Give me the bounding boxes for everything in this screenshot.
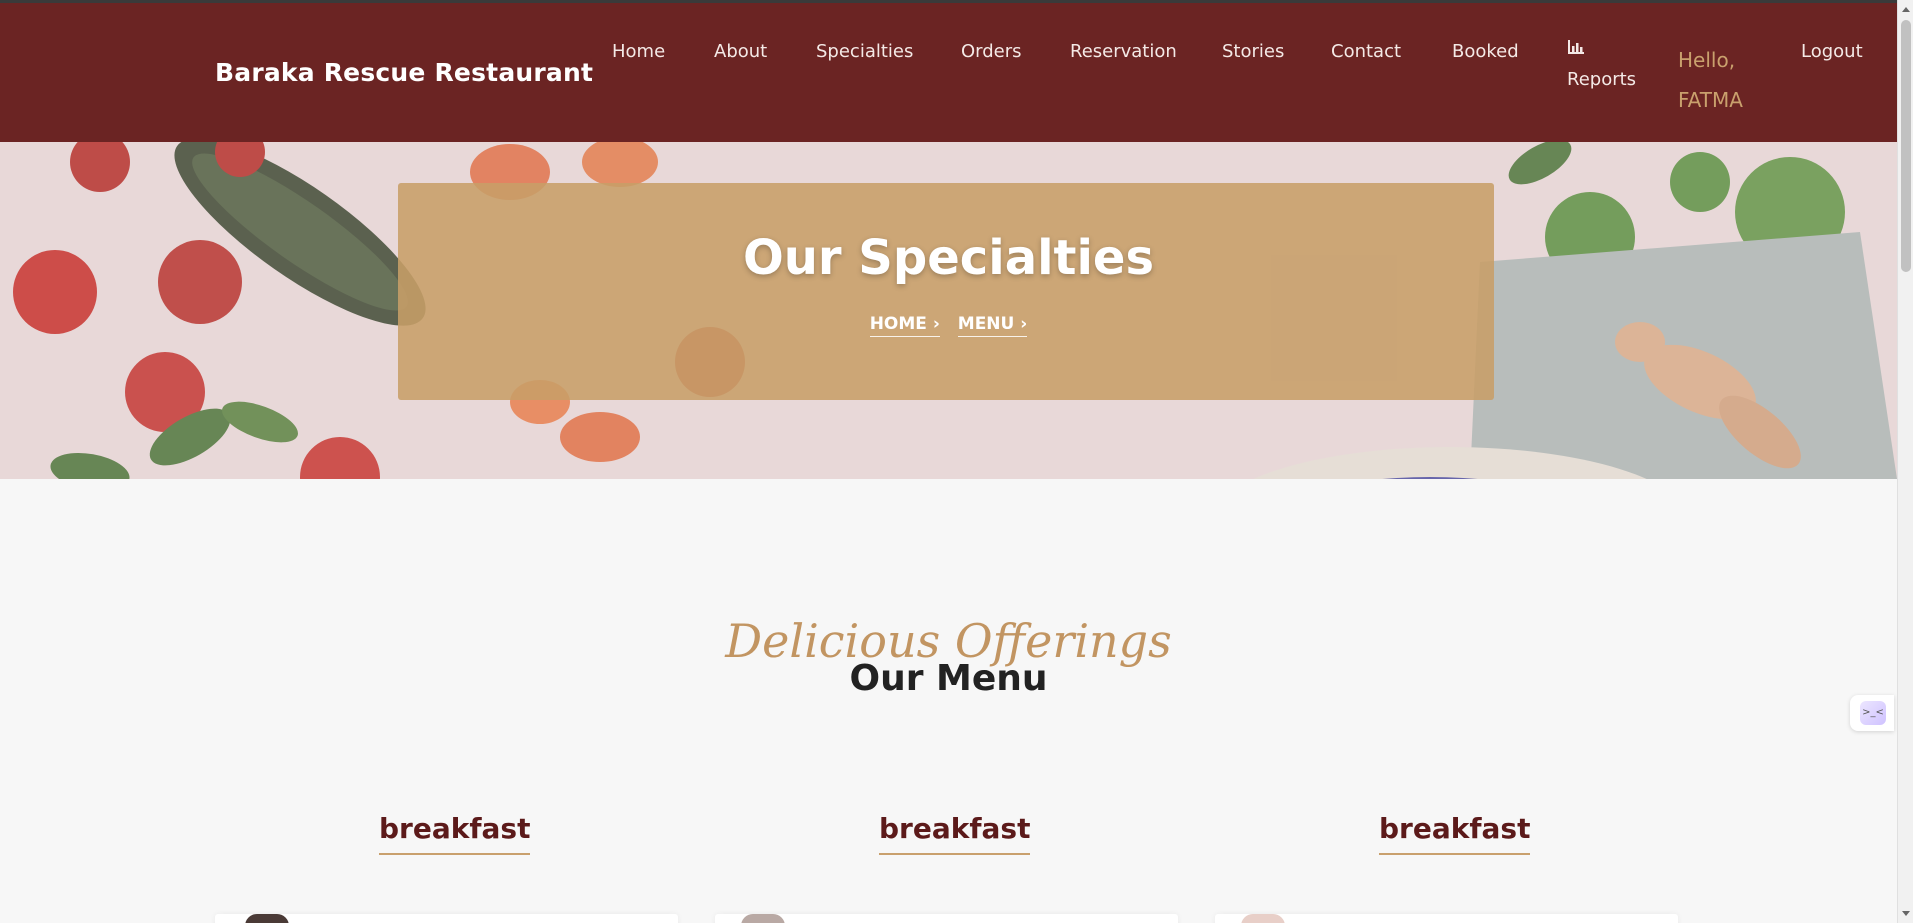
hero-banner: Our Specialties HOME › MENU ›	[0, 142, 1897, 479]
nav-reservation[interactable]: Reservation	[1070, 41, 1177, 62]
nav-home[interactable]: Home	[612, 41, 665, 62]
reports-label: Reports	[1567, 69, 1637, 90]
nav-about[interactable]: About	[714, 41, 767, 62]
breadcrumb-home[interactable]: HOME ›	[869, 314, 940, 337]
nav-stories[interactable]: Stories	[1222, 41, 1284, 62]
assistant-face-icon: >_<	[1860, 701, 1886, 725]
nav-contact[interactable]: Contact	[1331, 41, 1401, 62]
nav-orders[interactable]: Orders	[961, 41, 1022, 62]
brand-logo[interactable]: Baraka Rescue Restaurant	[215, 58, 593, 87]
logout-link[interactable]: Logout	[1801, 41, 1863, 62]
assistant-widget[interactable]: >_<	[1850, 695, 1894, 731]
nav-specialties[interactable]: Specialties	[816, 41, 913, 62]
category-title: breakfast	[379, 812, 531, 855]
scroll-thumb[interactable]	[1901, 20, 1911, 272]
scroll-down-icon[interactable]	[1902, 911, 1910, 916]
greeting-text: Hello,	[1678, 48, 1736, 72]
bar-chart-icon	[1568, 40, 1584, 54]
username: FATMA	[1678, 88, 1743, 112]
menu-card[interactable]	[1215, 914, 1678, 923]
page-title: Our Specialties	[742, 230, 1155, 286]
scroll-up-icon[interactable]	[1902, 7, 1910, 12]
breadcrumb-home-label: HOME	[869, 314, 927, 334]
nav-reports[interactable]: Reports	[1567, 39, 1636, 90]
breadcrumb: HOME › MENU ›	[0, 314, 1897, 337]
section-heading: Our Menu	[849, 658, 1048, 699]
breadcrumb-menu-label: MENU	[957, 314, 1015, 334]
breadcrumb-menu[interactable]: MENU ›	[957, 314, 1028, 337]
chevron-right-icon: ›	[1020, 314, 1028, 334]
nav-booked[interactable]: Booked	[1452, 41, 1519, 62]
dish-image	[245, 914, 289, 923]
category-title: breakfast	[1379, 812, 1531, 855]
dish-image	[741, 914, 785, 923]
category-title: breakfast	[879, 812, 1031, 855]
navbar: Baraka Rescue Restaurant Home About Spec…	[0, 3, 1897, 142]
dish-image	[1241, 914, 1285, 923]
menu-card[interactable]	[215, 914, 678, 923]
menu-card[interactable]	[715, 914, 1178, 923]
chevron-right-icon: ›	[932, 314, 940, 334]
user-greeting: Hello, FATMA	[1678, 40, 1743, 120]
page-scrollbar[interactable]	[1897, 0, 1913, 923]
hero-overlay-box	[398, 183, 1494, 400]
